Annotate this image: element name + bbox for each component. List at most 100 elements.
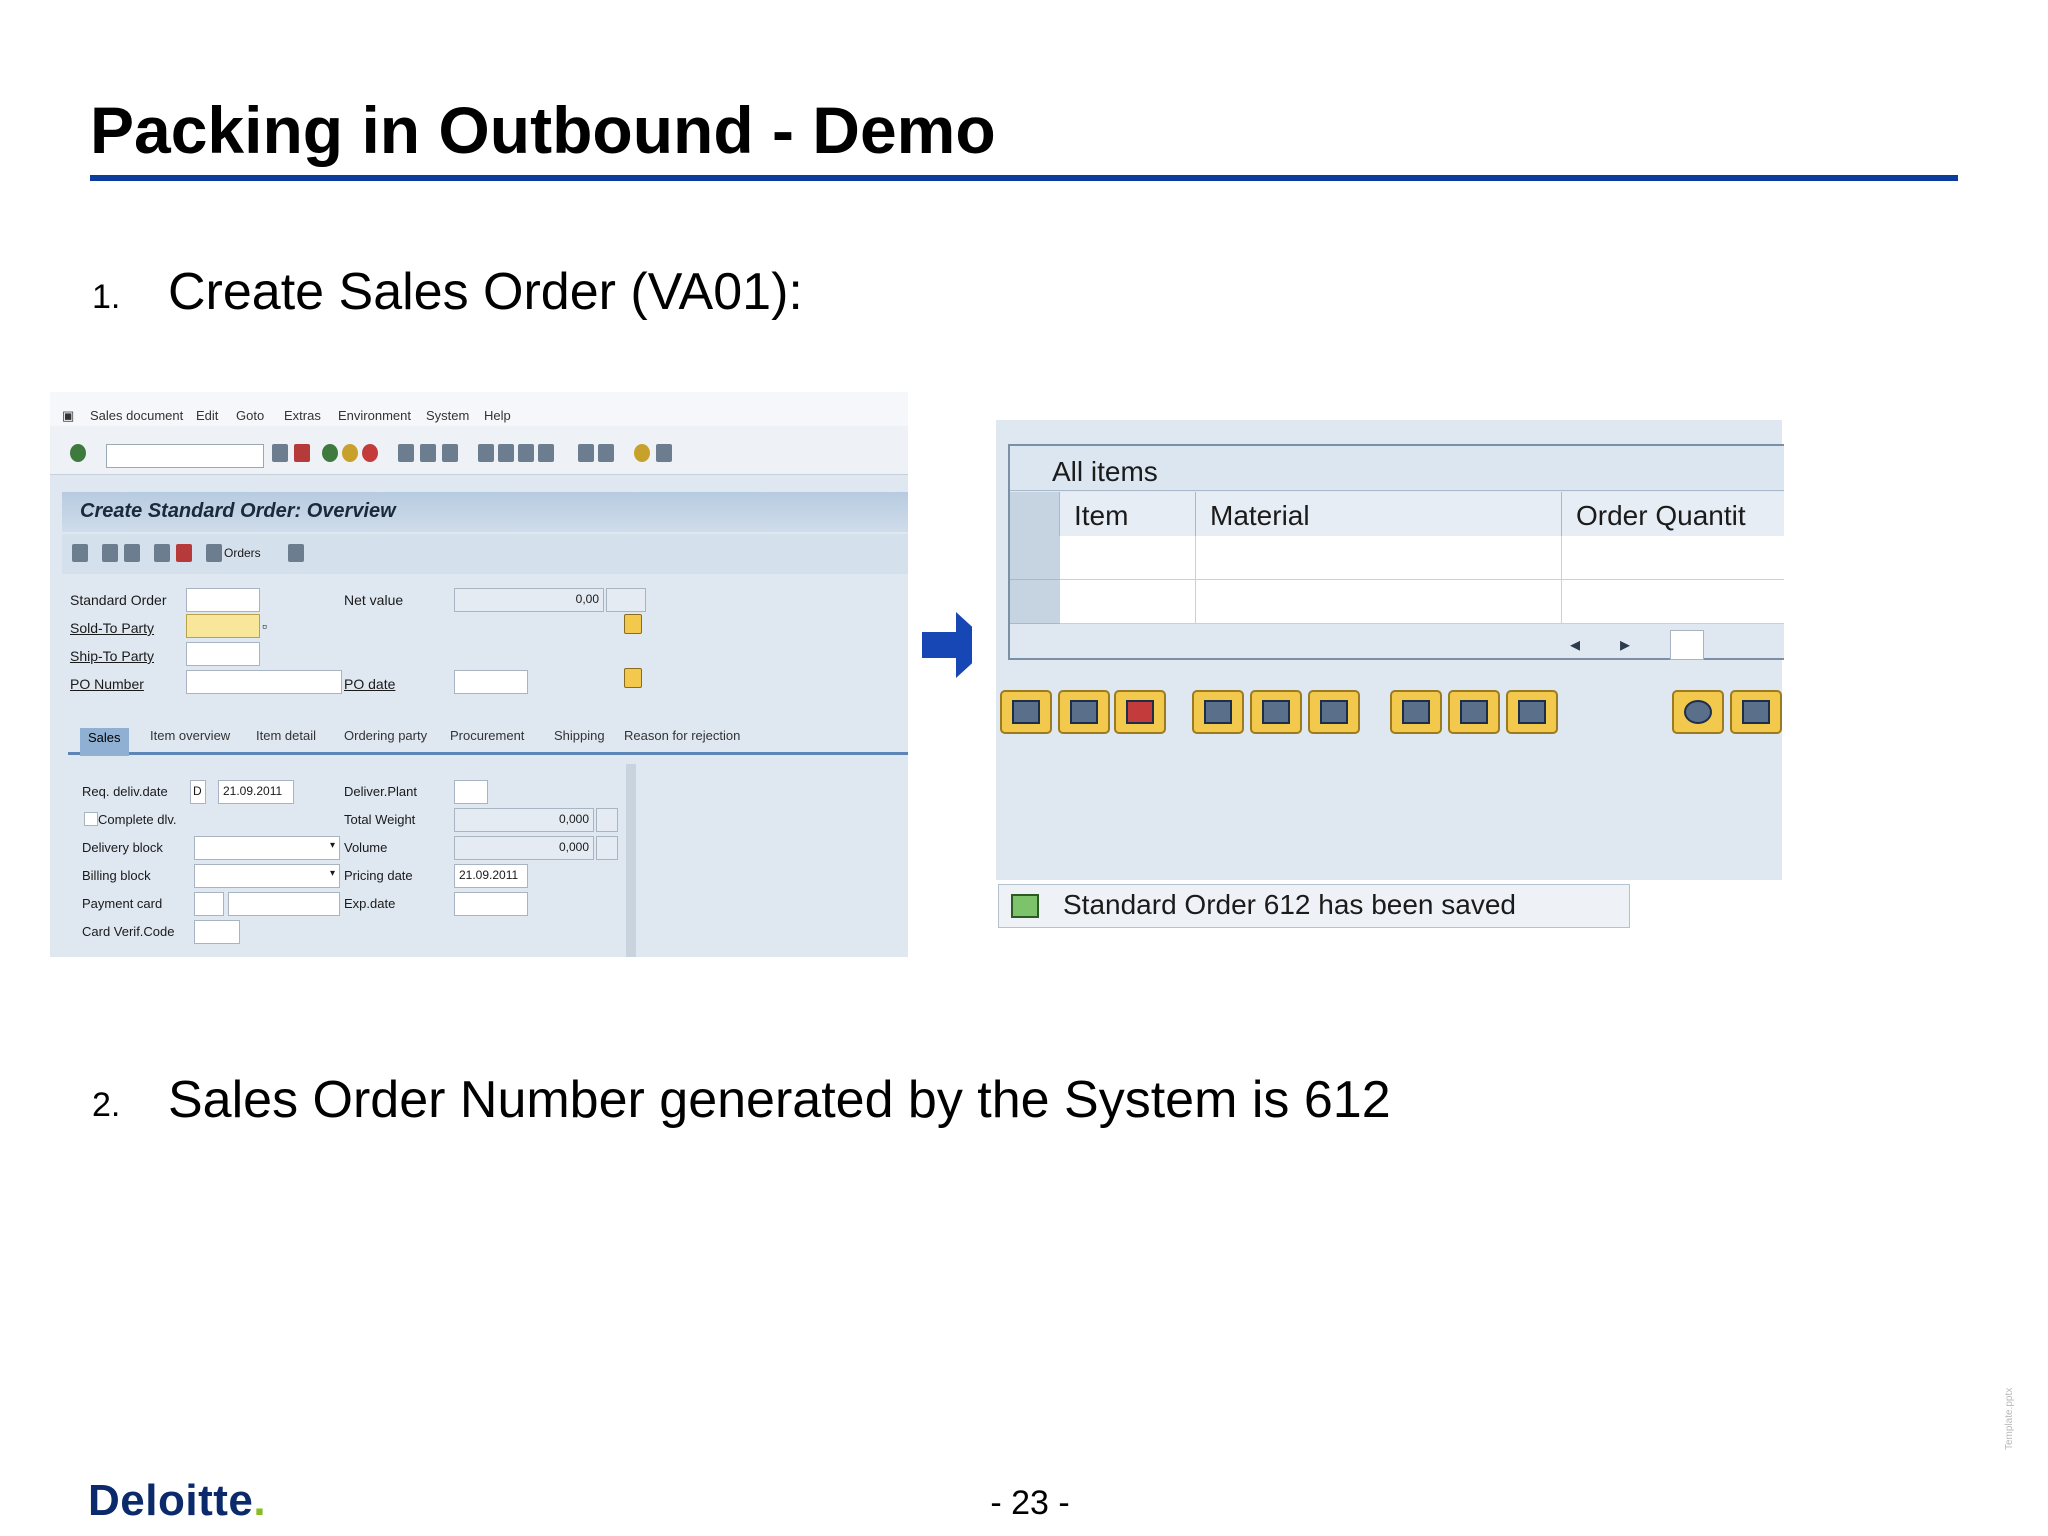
po-details-icon[interactable]	[624, 668, 642, 688]
delivery-block-select[interactable]	[194, 836, 340, 860]
table-cell[interactable]	[1060, 536, 1196, 580]
shortcut-icon[interactable]	[598, 444, 614, 462]
tab-reason-for-rejection[interactable]: Reason for rejection	[624, 728, 740, 752]
label-po-number[interactable]: PO Number	[70, 676, 144, 692]
tab-sales[interactable]: Sales	[80, 728, 129, 756]
column-header-order-quantity[interactable]: Order Quantit	[1562, 492, 1784, 536]
help-icon[interactable]	[634, 444, 650, 462]
save-icon[interactable]	[294, 444, 310, 462]
table-cell[interactable]	[1196, 536, 1562, 580]
tab-item-overview[interactable]: Item overview	[150, 728, 230, 752]
req-deliv-unit-field[interactable]: D	[190, 780, 206, 804]
insert-row-button[interactable]	[1058, 690, 1110, 734]
horizontal-scroll-thumb[interactable]	[1670, 630, 1704, 660]
row-selector[interactable]	[1010, 536, 1060, 580]
layout-icon[interactable]	[656, 444, 672, 462]
req-deliv-date-field[interactable]: 21.09.2011	[218, 780, 294, 804]
find-next-icon[interactable]	[442, 444, 458, 462]
back-nav-icon[interactable]	[272, 444, 288, 462]
menu-extras[interactable]: Extras	[284, 408, 321, 423]
partner-details-icon[interactable]	[624, 614, 642, 634]
binoculars-icon[interactable]	[288, 544, 304, 562]
delivery-block-dropdown-icon[interactable]: ▾	[330, 840, 335, 851]
document-icon[interactable]	[154, 544, 170, 562]
tab-procurement[interactable]: Procurement	[450, 728, 524, 752]
tab-shipping[interactable]: Shipping	[554, 728, 605, 752]
label-sold-to-party[interactable]: Sold-To Party	[70, 620, 154, 636]
scroll-right-icon[interactable]: ▸	[1620, 632, 1630, 657]
header-icon[interactable]	[102, 544, 118, 562]
label-po-date[interactable]: PO date	[344, 676, 395, 692]
payment-card-number-field[interactable]	[228, 892, 340, 916]
configuration-button[interactable]	[1390, 690, 1442, 734]
column-header-material[interactable]: Material	[1196, 492, 1562, 536]
display-doc-flow-icon[interactable]	[72, 544, 88, 562]
label-complete-dlv: Complete dlv.	[98, 812, 177, 827]
ship-to-party-field[interactable]	[186, 642, 260, 666]
card-verif-code-field[interactable]	[194, 920, 240, 944]
menu-environment[interactable]: Environment	[338, 408, 411, 423]
select-block-button[interactable]	[1250, 690, 1302, 734]
menu-edit[interactable]: Edit	[196, 408, 218, 423]
deselect-all-button[interactable]	[1308, 690, 1360, 734]
sold-to-party-field[interactable]	[186, 614, 260, 638]
payment-card-type-field[interactable]	[194, 892, 224, 916]
cancel-icon[interactable]	[362, 444, 378, 462]
column-header-item[interactable]: Item	[1060, 492, 1196, 536]
table-cell[interactable]	[1562, 536, 1784, 580]
previous-page-icon[interactable]	[498, 444, 514, 462]
search-help-icon[interactable]: ▫	[262, 618, 267, 634]
label-ship-to-party[interactable]: Ship-To Party	[70, 648, 154, 664]
partner-icon[interactable]	[124, 544, 140, 562]
select-all-button[interactable]	[1192, 690, 1244, 734]
scroll-left-icon[interactable]: ◂	[1570, 632, 1580, 657]
tab-item-detail[interactable]: Item detail	[256, 728, 316, 752]
next-page-icon[interactable]	[518, 444, 534, 462]
deliver-plant-field[interactable]	[454, 780, 488, 804]
volume-unit-field	[596, 836, 618, 860]
first-page-icon[interactable]	[478, 444, 494, 462]
new-session-icon[interactable]	[578, 444, 594, 462]
menu-system[interactable]: System	[426, 408, 469, 423]
more-functions-button[interactable]	[1672, 690, 1724, 734]
enter-icon[interactable]	[70, 444, 86, 462]
back-icon[interactable]	[322, 444, 338, 462]
table-cell[interactable]	[1196, 580, 1562, 624]
exit-icon[interactable]	[342, 444, 358, 462]
exp-date-field[interactable]	[454, 892, 528, 916]
vertical-scrollbar[interactable]	[626, 764, 636, 957]
orders-button[interactable]: Orders	[224, 546, 261, 560]
last-page-icon[interactable]	[538, 444, 554, 462]
billing-block-select[interactable]	[194, 864, 340, 888]
delete-row-icon	[1126, 700, 1154, 724]
volume-field: 0,000	[454, 836, 594, 860]
complete-dlv-checkbox[interactable]	[84, 812, 98, 826]
delete-row-button[interactable]	[1114, 690, 1166, 734]
find-icon[interactable]	[420, 444, 436, 462]
configuration-icon	[1402, 700, 1430, 724]
table-cell[interactable]	[1060, 580, 1196, 624]
tab-ordering-party[interactable]: Ordering party	[344, 728, 427, 752]
po-date-field[interactable]	[454, 670, 528, 694]
weight-unit-field	[596, 808, 618, 832]
standard-order-field[interactable]	[186, 588, 260, 612]
deloitte-logo: Deloitte.	[88, 1476, 266, 1526]
select-all-cell[interactable]	[1010, 492, 1060, 536]
menu-goto[interactable]: Goto	[236, 408, 264, 423]
batch-determination-button[interactable]	[1730, 690, 1782, 734]
structure-button[interactable]	[1448, 690, 1500, 734]
table-cell[interactable]	[1562, 580, 1784, 624]
command-field[interactable]	[106, 444, 264, 468]
billing-block-dropdown-icon[interactable]: ▾	[330, 868, 335, 879]
item-details-button[interactable]	[1000, 690, 1052, 734]
success-check-icon	[1011, 894, 1039, 918]
row-selector[interactable]	[1010, 580, 1060, 624]
orders-icon[interactable]	[206, 544, 222, 562]
menu-sales-document[interactable]: Sales document	[90, 408, 183, 423]
delete-icon[interactable]	[176, 544, 192, 562]
availability-button[interactable]	[1506, 690, 1558, 734]
menu-help[interactable]: Help	[484, 408, 511, 423]
print-icon[interactable]	[398, 444, 414, 462]
po-number-field[interactable]	[186, 670, 342, 694]
pricing-date-field[interactable]: 21.09.2011	[454, 864, 528, 888]
